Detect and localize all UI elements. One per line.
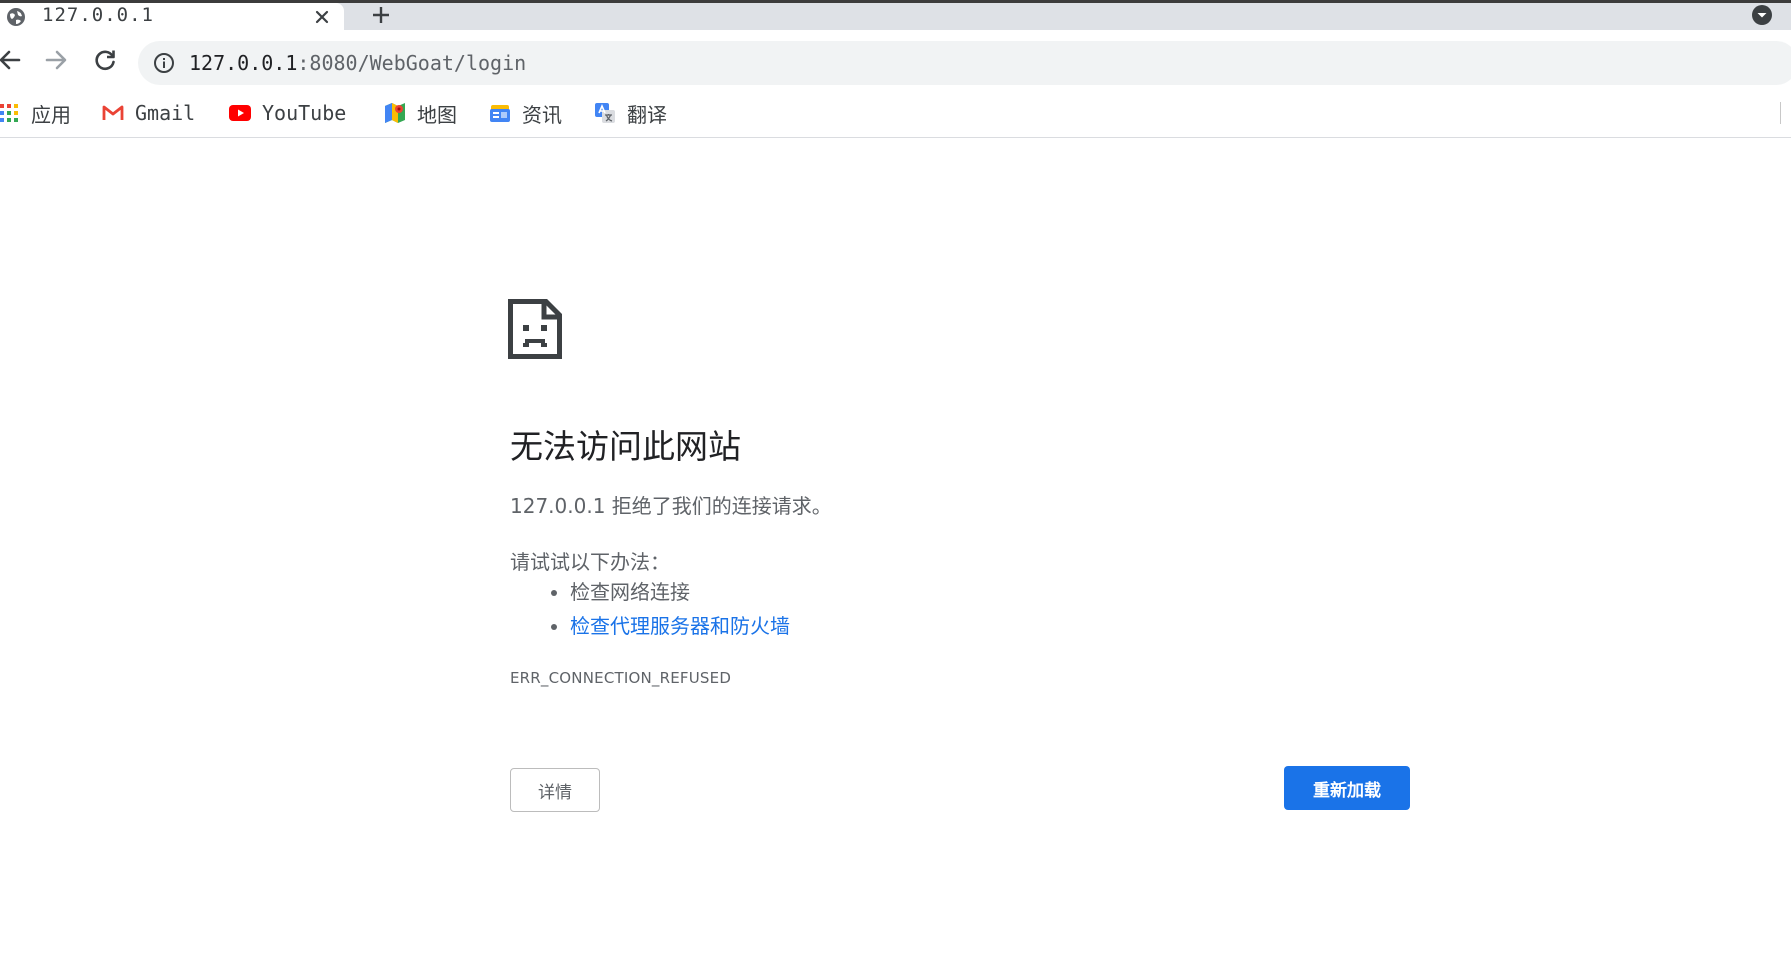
- arrow-left-icon: [0, 47, 23, 77]
- bookmarks-divider: [1780, 102, 1781, 124]
- url-text[interactable]: 127.0.0.1:8080/WebGoat/login: [189, 50, 526, 76]
- apps-grid-icon: [0, 102, 20, 124]
- info-icon[interactable]: [152, 51, 176, 75]
- bookmark-youtube[interactable]: YouTube: [229, 98, 346, 128]
- bookmark-maps[interactable]: 地图: [384, 98, 457, 128]
- globe-icon: [6, 7, 26, 27]
- news-icon: [489, 102, 511, 124]
- suggestions-label: 请试试以下办法：: [510, 550, 670, 574]
- bookmark-label: 资讯: [522, 102, 562, 127]
- chevron-down-icon: [1751, 4, 1773, 30]
- list-item: 检查代理服务器和防火墙: [570, 609, 790, 643]
- reload-button[interactable]: [89, 46, 121, 78]
- bookmark-label: YouTube: [262, 101, 347, 125]
- bookmark-label: Gmail: [135, 101, 196, 125]
- bookmark-label: 地图: [417, 102, 457, 127]
- maps-icon: [384, 102, 406, 124]
- address-bar[interactable]: 127.0.0.1:8080/WebGoat/login: [138, 41, 1791, 85]
- error-description: 127.0.0.1 拒绝了我们的连接请求。: [510, 494, 832, 518]
- arrow-right-icon: [43, 47, 69, 77]
- tab-strip: 127.0.0.1: [0, 0, 1791, 30]
- forward-button[interactable]: [40, 46, 72, 78]
- close-icon[interactable]: [310, 5, 334, 29]
- bookmark-apps[interactable]: 应用: [0, 98, 71, 128]
- suggestion-check-network: 检查网络连接: [570, 580, 690, 604]
- bookmark-translate[interactable]: 翻译: [594, 98, 667, 128]
- tab-active[interactable]: 127.0.0.1: [0, 3, 344, 30]
- reload-icon: [92, 47, 118, 77]
- plus-icon: [372, 6, 390, 28]
- bookmark-news[interactable]: 资讯: [489, 98, 562, 128]
- reload-page-button[interactable]: 重新加载: [1284, 766, 1410, 810]
- toolbar: 127.0.0.1:8080/WebGoat/login: [0, 30, 1791, 98]
- tab-title: 127.0.0.1: [42, 4, 154, 26]
- back-button[interactable]: [0, 46, 26, 78]
- translate-icon: [594, 102, 616, 124]
- gmail-icon: [102, 102, 124, 124]
- bookmark-gmail[interactable]: Gmail: [102, 98, 195, 128]
- details-button[interactable]: 详情: [510, 768, 600, 812]
- suggestions-list: 检查网络连接 检查代理服务器和防火墙: [510, 575, 790, 643]
- bookmarks-bar: 应用 Gmail YouTube 地图 资讯 翻译: [0, 92, 1791, 138]
- error-page: 无法访问此网站 127.0.0.1 拒绝了我们的连接请求。 请试试以下办法： 检…: [0, 138, 1791, 959]
- error-title: 无法访问此网站: [510, 427, 741, 466]
- tab-search-button[interactable]: [1750, 5, 1774, 29]
- suggestion-check-proxy-link[interactable]: 检查代理服务器和防火墙: [570, 614, 790, 638]
- error-code: ERR_CONNECTION_REFUSED: [510, 669, 732, 687]
- youtube-icon: [229, 102, 251, 124]
- sad-page-icon: [508, 299, 562, 359]
- url-host: 127.0.0.1: [189, 51, 298, 75]
- url-path: :8080/WebGoat/login: [297, 51, 527, 75]
- new-tab-button[interactable]: [368, 4, 394, 30]
- bookmark-label: 翻译: [627, 102, 667, 127]
- bookmark-label: 应用: [31, 102, 71, 127]
- list-item: 检查网络连接: [570, 575, 790, 609]
